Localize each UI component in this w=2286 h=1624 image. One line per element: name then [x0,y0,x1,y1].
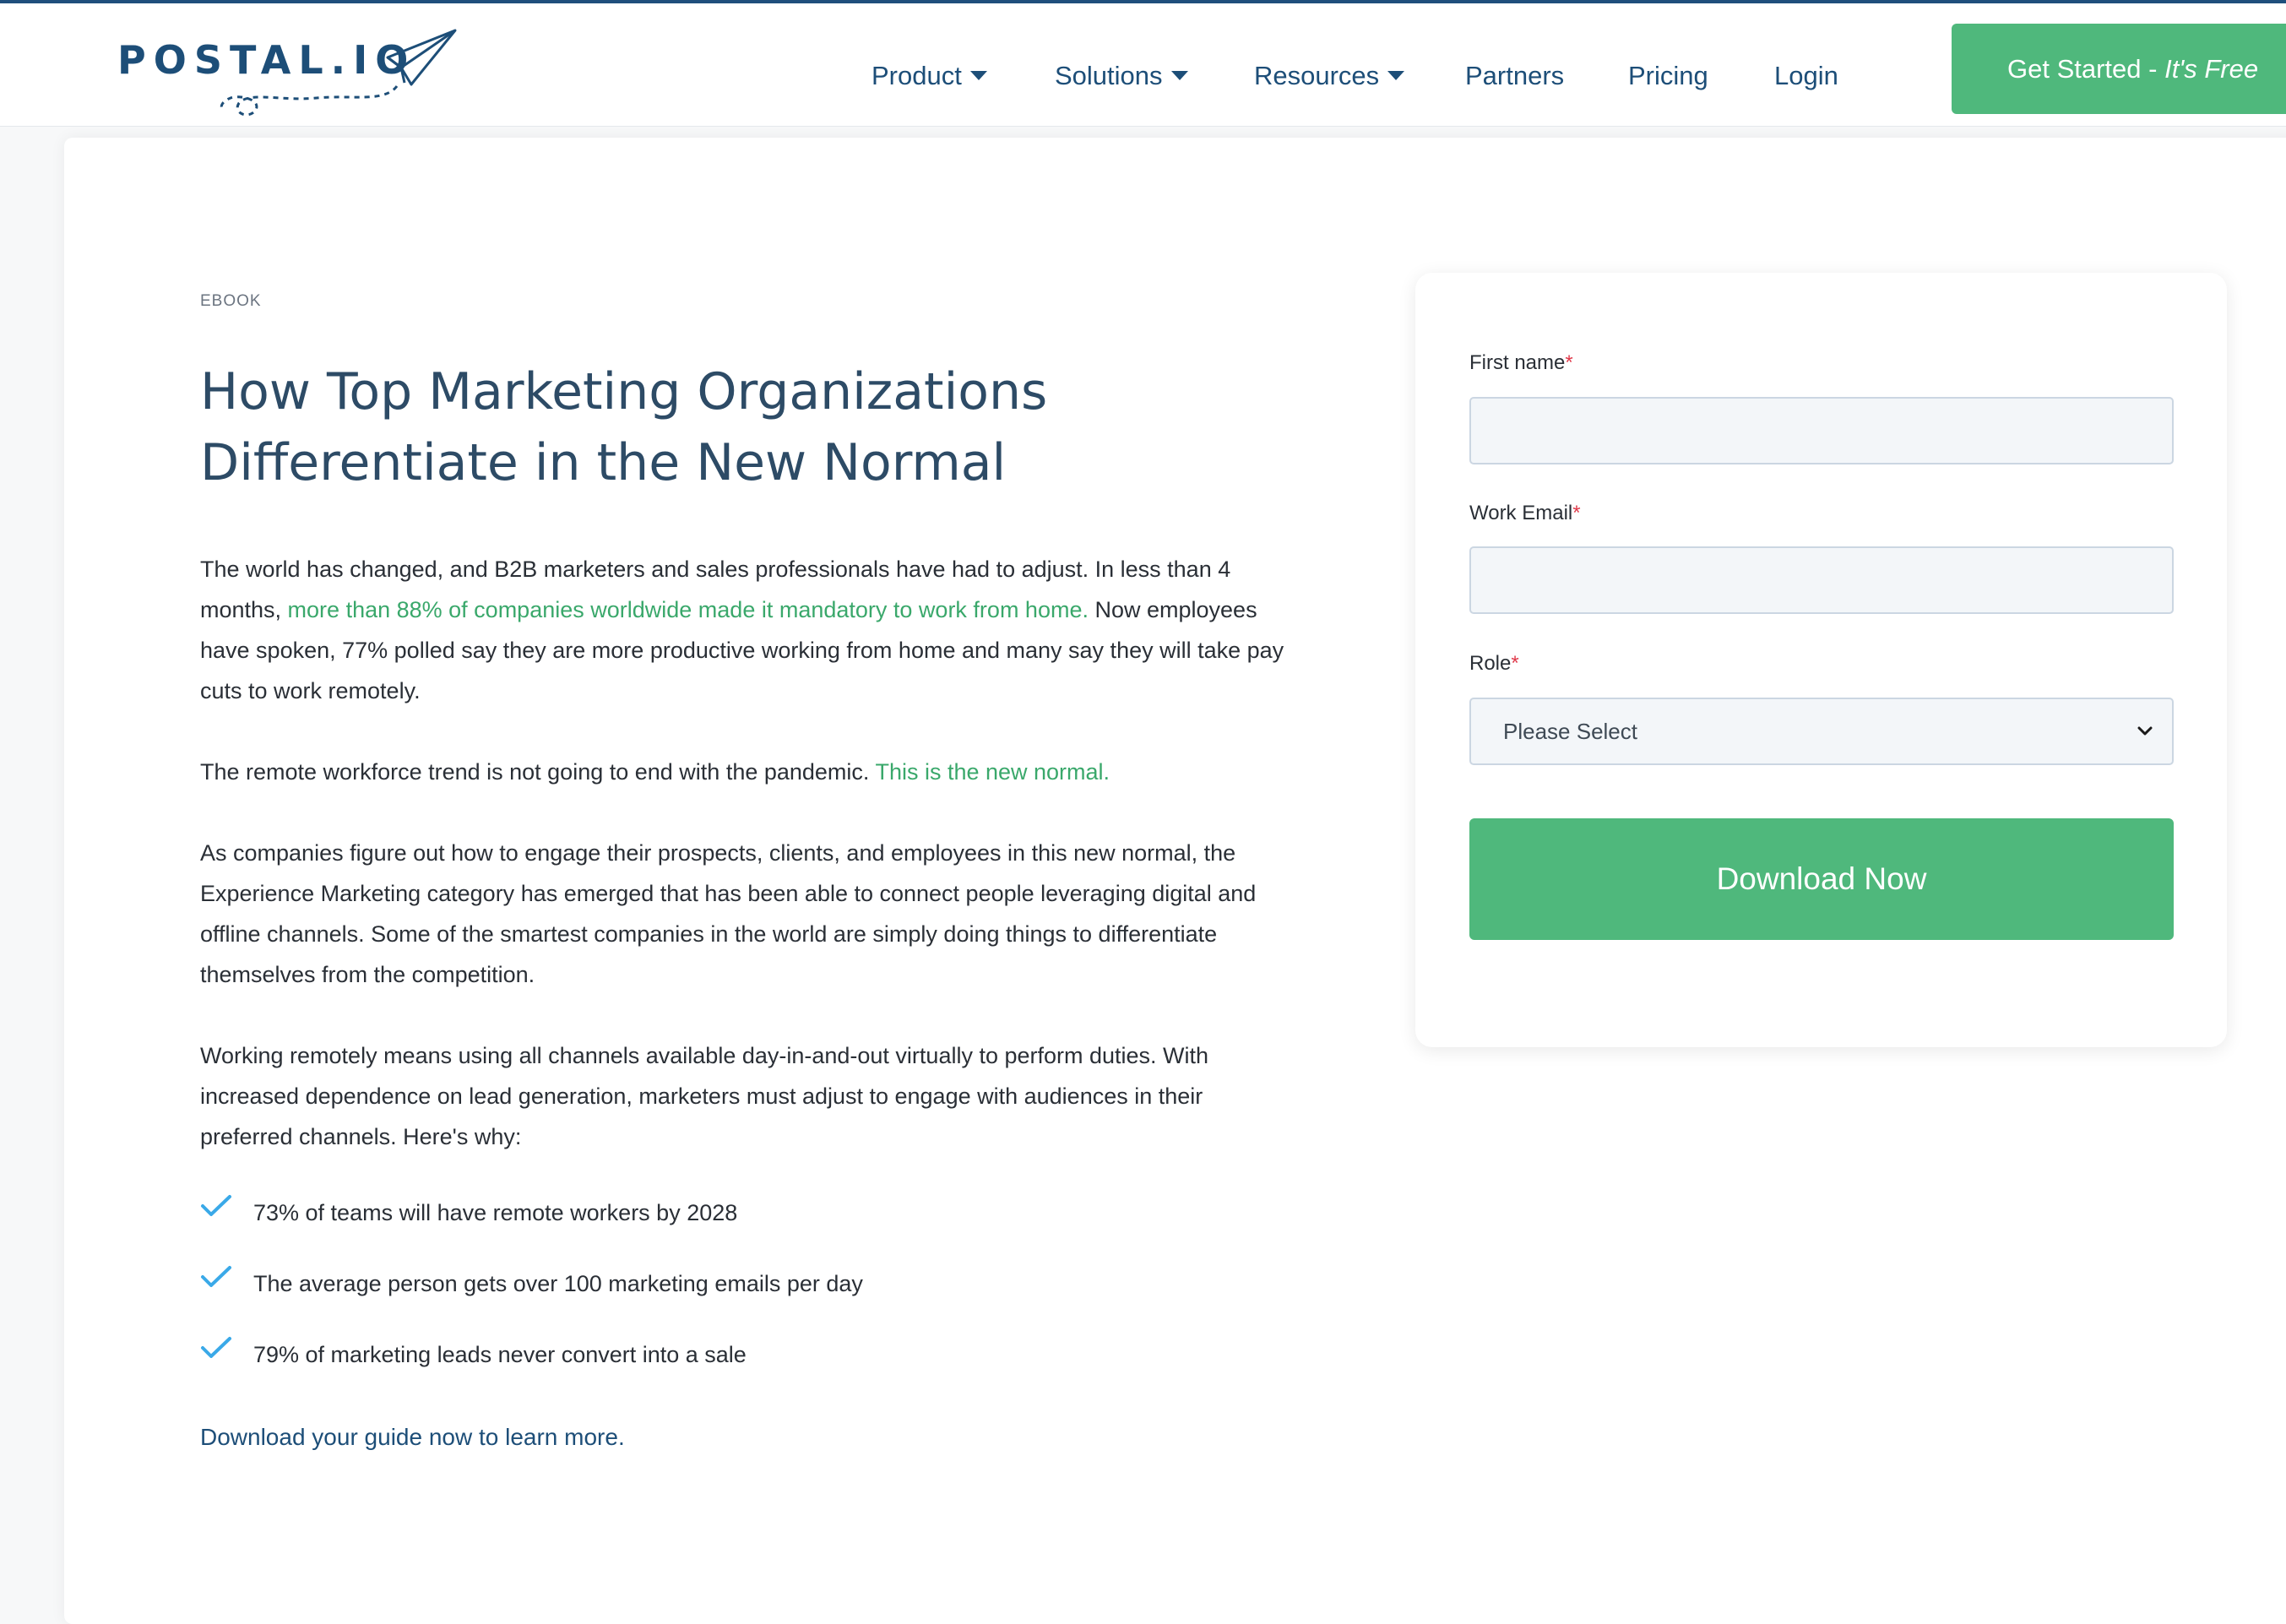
site-header: POSTAL.IO Product Solutions Resources Pa… [0,0,2286,127]
list-item-text: 73% of teams will have remote workers by… [253,1200,738,1225]
stats-checklist: 73% of teams will have remote workers by… [200,1195,1298,1370]
its-free-label: It's Free [2164,54,2259,84]
work-email-label: Work Email* [1469,502,1581,525]
download-guide-text: Download your guide now to learn more. [200,1424,625,1450]
nav-product[interactable]: Product [872,56,987,96]
new-normal-link[interactable]: This is the new normal. [875,759,1110,785]
ebook-content: EBOOK How Top Marketing Organizations Di… [200,292,1298,1451]
list-item-text: The average person gets over 100 marketi… [253,1271,863,1296]
required-mark: * [1511,652,1519,675]
checkmark-icon [201,1266,231,1287]
intro-paragraph: The world has changed, and B2B marketers… [200,549,1298,711]
nav-pricing-label: Pricing [1628,61,1708,90]
caret-down-icon [969,71,987,81]
download-form: First name* Work Email* Role* Please Sel… [1415,273,2227,1047]
first-name-label: First name* [1469,351,1573,375]
role-label: Role* [1469,652,1519,676]
page-title: How Top Marketing Organizations Differen… [200,362,1048,492]
role-select-value: Please Select [1503,719,1637,744]
paper-plane-icon [220,29,457,117]
list-item: The average person gets over 100 marketi… [200,1266,1298,1299]
first-name-input[interactable] [1469,397,2174,464]
list-item: 73% of teams will have remote workers by… [200,1195,1298,1228]
required-mark: * [1565,351,1573,374]
role-select[interactable]: Please Select [1469,698,2174,765]
nav-resources-label: Resources [1254,61,1380,90]
caret-down-icon [1387,71,1405,81]
get-started-button[interactable]: Get Started - It's Free [1952,24,2286,114]
nav-partners[interactable]: Partners [1465,56,1564,96]
remote-paragraph: Working remotely means using all channel… [200,1043,1209,1149]
nav-partners-label: Partners [1465,61,1565,90]
work-email-input[interactable] [1469,546,2174,614]
nav-resources[interactable]: Resources [1254,56,1405,96]
nav-pricing[interactable]: Pricing [1628,56,1708,96]
postal-logo[interactable]: POSTAL.IO [114,25,460,123]
trend-paragraph: The remote workforce trend is not going … [200,752,1298,792]
eyebrow-label: EBOOK [200,292,262,310]
first-name-label-text: First name [1469,351,1566,374]
work-email-label-text: Work Email [1469,502,1573,524]
nav-solutions-label: Solutions [1055,61,1163,90]
nav-product-label: Product [872,61,962,90]
nav-login-label: Login [1774,61,1838,90]
list-item-text: 79% of marketing leads never convert int… [253,1342,747,1367]
checkmark-icon [201,1195,231,1216]
checkmark-icon [201,1337,231,1358]
role-label-text: Role [1469,652,1512,675]
chevron-down-icon [2137,726,2153,736]
trend-text: The remote workforce trend is not going … [200,759,876,785]
caret-down-icon [1170,71,1188,81]
download-now-button[interactable]: Download Now [1469,818,2174,940]
nav-login[interactable]: Login [1774,56,1838,96]
experience-paragraph: As companies figure out how to engage th… [200,840,1257,987]
get-started-label: Get Started - [2007,54,2165,84]
stat-link[interactable]: more than 88% of companies worldwide mad… [288,597,1089,622]
list-item: 79% of marketing leads never convert int… [200,1337,1298,1370]
required-mark: * [1572,502,1581,524]
nav-solutions[interactable]: Solutions [1055,56,1188,96]
